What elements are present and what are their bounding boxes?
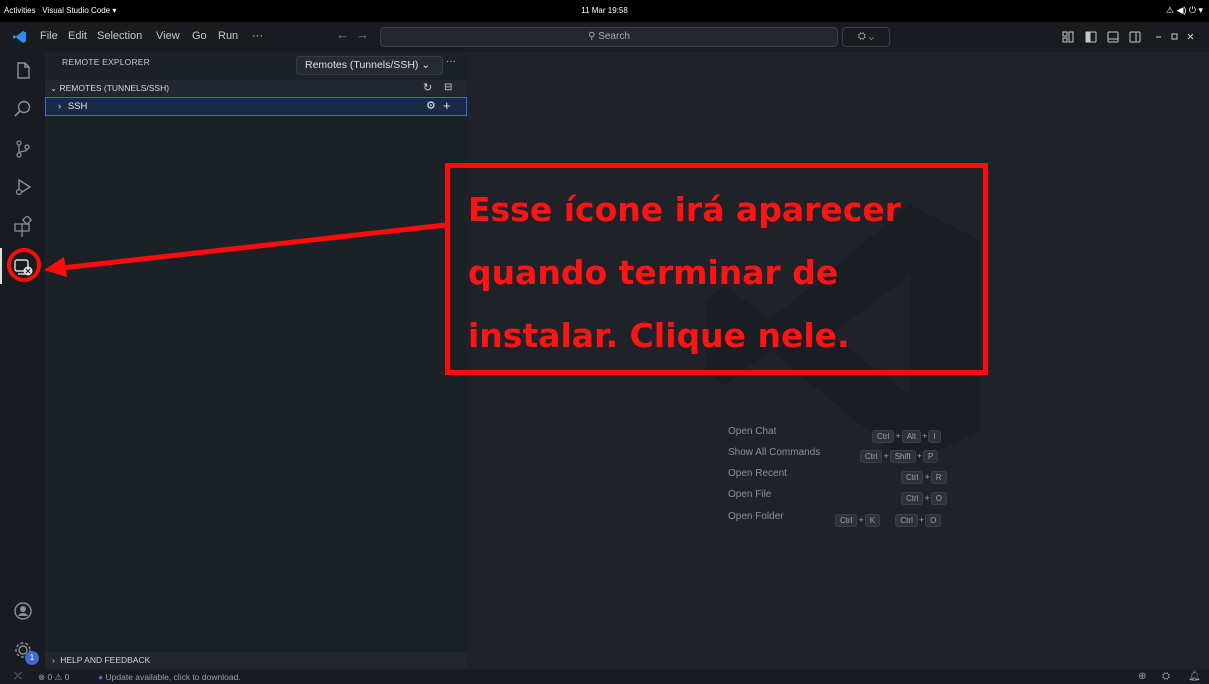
menu-file[interactable]: File bbox=[40, 30, 58, 42]
run-debug-icon[interactable] bbox=[12, 176, 34, 198]
shortcut-open-chat-keys: Ctrl + Alt + I bbox=[871, 426, 942, 444]
chevron-down-icon: ⌄ bbox=[421, 59, 431, 71]
chevron-down-icon: ⌄ bbox=[50, 83, 58, 93]
shortcut-show-commands-label: Show All Commands bbox=[728, 447, 821, 458]
accounts-icon[interactable] bbox=[12, 600, 34, 622]
annotation-line-2: quando terminar de bbox=[468, 253, 839, 292]
chevron-right-icon: › bbox=[52, 655, 55, 665]
menu-edit[interactable]: Edit bbox=[68, 30, 87, 42]
remotes-dropdown-value: Remotes (Tunnels/SSH) bbox=[305, 59, 419, 71]
zoom-icon[interactable]: ⊕ bbox=[1138, 671, 1146, 682]
settings-gear-icon[interactable]: ⚙ bbox=[426, 98, 436, 115]
shortcut-open-file-keys: Ctrl + O bbox=[900, 488, 948, 506]
status-bar: ⤫ ⊗ 0 ⚠ 0 ● Update available, click to d… bbox=[0, 670, 1209, 684]
remotes-section-header[interactable]: ⌄ REMOTES (TUNNELS/SSH) ↻ ⊟ bbox=[45, 80, 467, 96]
shortcut-show-commands-keys: Ctrl + Shift + P bbox=[859, 446, 939, 464]
update-notice[interactable]: ● Update available, click to download. bbox=[98, 672, 241, 682]
menu-more[interactable]: ··· bbox=[252, 30, 263, 42]
copilot-icon: ⛭ ⌄ bbox=[857, 31, 875, 42]
annotation-line-3: instalar. Clique nele. bbox=[468, 316, 850, 355]
sidebar-more-button[interactable]: ··· bbox=[446, 56, 456, 67]
explorer-icon[interactable] bbox=[12, 60, 34, 82]
remotes-section-title: REMOTES (TUNNELS/SSH) bbox=[59, 83, 170, 93]
update-text: Update available, click to download. bbox=[105, 672, 241, 682]
notifications-bell-icon[interactable]: 🔔︎ bbox=[1188, 671, 1201, 682]
remote-indicator-icon[interactable]: ⤫ bbox=[14, 671, 22, 682]
shortcut-open-recent-keys: Ctrl + R bbox=[900, 467, 948, 485]
menu-view[interactable]: View bbox=[156, 30, 180, 42]
problems-indicator[interactable]: ⊗ 0 ⚠ 0 bbox=[38, 672, 69, 683]
annotation-highlight-circle bbox=[7, 248, 41, 282]
shortcut-open-chat-label: Open Chat bbox=[728, 426, 777, 437]
layout-controls[interactable] bbox=[1062, 31, 1202, 43]
gnome-top-bar: Activities Visual Studio Code ▾ 11 Mar 1… bbox=[0, 0, 1209, 22]
menu-selection[interactable]: Selection bbox=[97, 30, 142, 42]
error-icon: ⊗ bbox=[38, 672, 46, 682]
sidebar bbox=[45, 52, 468, 670]
copilot-status-icon[interactable]: ⛭ bbox=[1162, 671, 1170, 682]
activity-bar: 1 bbox=[0, 52, 45, 670]
copilot-button[interactable]: ⛭ ⌄ bbox=[842, 27, 890, 47]
shortcut-open-folder-keys: Ctrl + K Ctrl + O bbox=[834, 510, 942, 528]
shortcut-open-folder-label: Open Folder bbox=[728, 511, 784, 522]
system-tray[interactable]: ⚠ ◀) ⏻ ▾ bbox=[1166, 5, 1203, 16]
chevron-right-icon: › bbox=[58, 101, 62, 112]
search-placeholder: Search bbox=[598, 31, 630, 42]
collapse-all-icon[interactable]: ⊟ bbox=[444, 80, 452, 96]
annotation-line-1: Esse ícone irá aparecer bbox=[468, 190, 901, 229]
clock[interactable]: 11 Mar 19:58 bbox=[0, 6, 1209, 15]
search-sidebar-icon[interactable] bbox=[12, 98, 34, 120]
update-dot-icon: ● bbox=[98, 672, 104, 682]
menu-go[interactable]: Go bbox=[192, 30, 207, 42]
forward-arrow-icon[interactable]: → bbox=[356, 27, 369, 42]
back-arrow-icon[interactable]: ← bbox=[336, 27, 349, 42]
source-control-icon[interactable] bbox=[12, 138, 34, 160]
warning-icon: ⚠ bbox=[54, 672, 63, 682]
ssh-label: SSH bbox=[67, 101, 88, 112]
updates-badge: 1 bbox=[25, 651, 39, 665]
help-feedback-title: HELP AND FEEDBACK bbox=[60, 655, 151, 665]
ssh-tree-item[interactable]: › SSH ⚙ + bbox=[45, 97, 467, 116]
command-center-search[interactable]: ⚲ Search bbox=[380, 27, 838, 47]
warning-count: 0 bbox=[64, 672, 70, 682]
annotation-arrow bbox=[44, 222, 447, 277]
active-indicator bbox=[0, 248, 2, 284]
shortcut-open-recent-label: Open Recent bbox=[728, 468, 787, 479]
sidebar-title: REMOTE EXPLORER bbox=[62, 57, 151, 67]
help-feedback-header[interactable]: › HELP AND FEEDBACK bbox=[45, 652, 467, 668]
shortcut-list: Open Chat Ctrl + Alt + I Show All Commands C… bbox=[728, 426, 958, 528]
vscode-logo-icon bbox=[13, 31, 26, 43]
menu-run[interactable]: Run bbox=[218, 30, 238, 42]
refresh-icon[interactable]: ↻ bbox=[423, 80, 432, 96]
add-icon[interactable]: + bbox=[443, 97, 451, 114]
shortcut-open-file-label: Open File bbox=[728, 489, 772, 500]
remotes-dropdown[interactable]: Remotes (Tunnels/SSH) ⌄ bbox=[296, 56, 443, 75]
error-count: 0 bbox=[47, 672, 53, 682]
extensions-icon[interactable] bbox=[12, 216, 34, 238]
search-icon: ⚲ bbox=[588, 31, 596, 42]
annotation-text: Esse ícone irá aparecer quando terminar … bbox=[468, 178, 988, 367]
